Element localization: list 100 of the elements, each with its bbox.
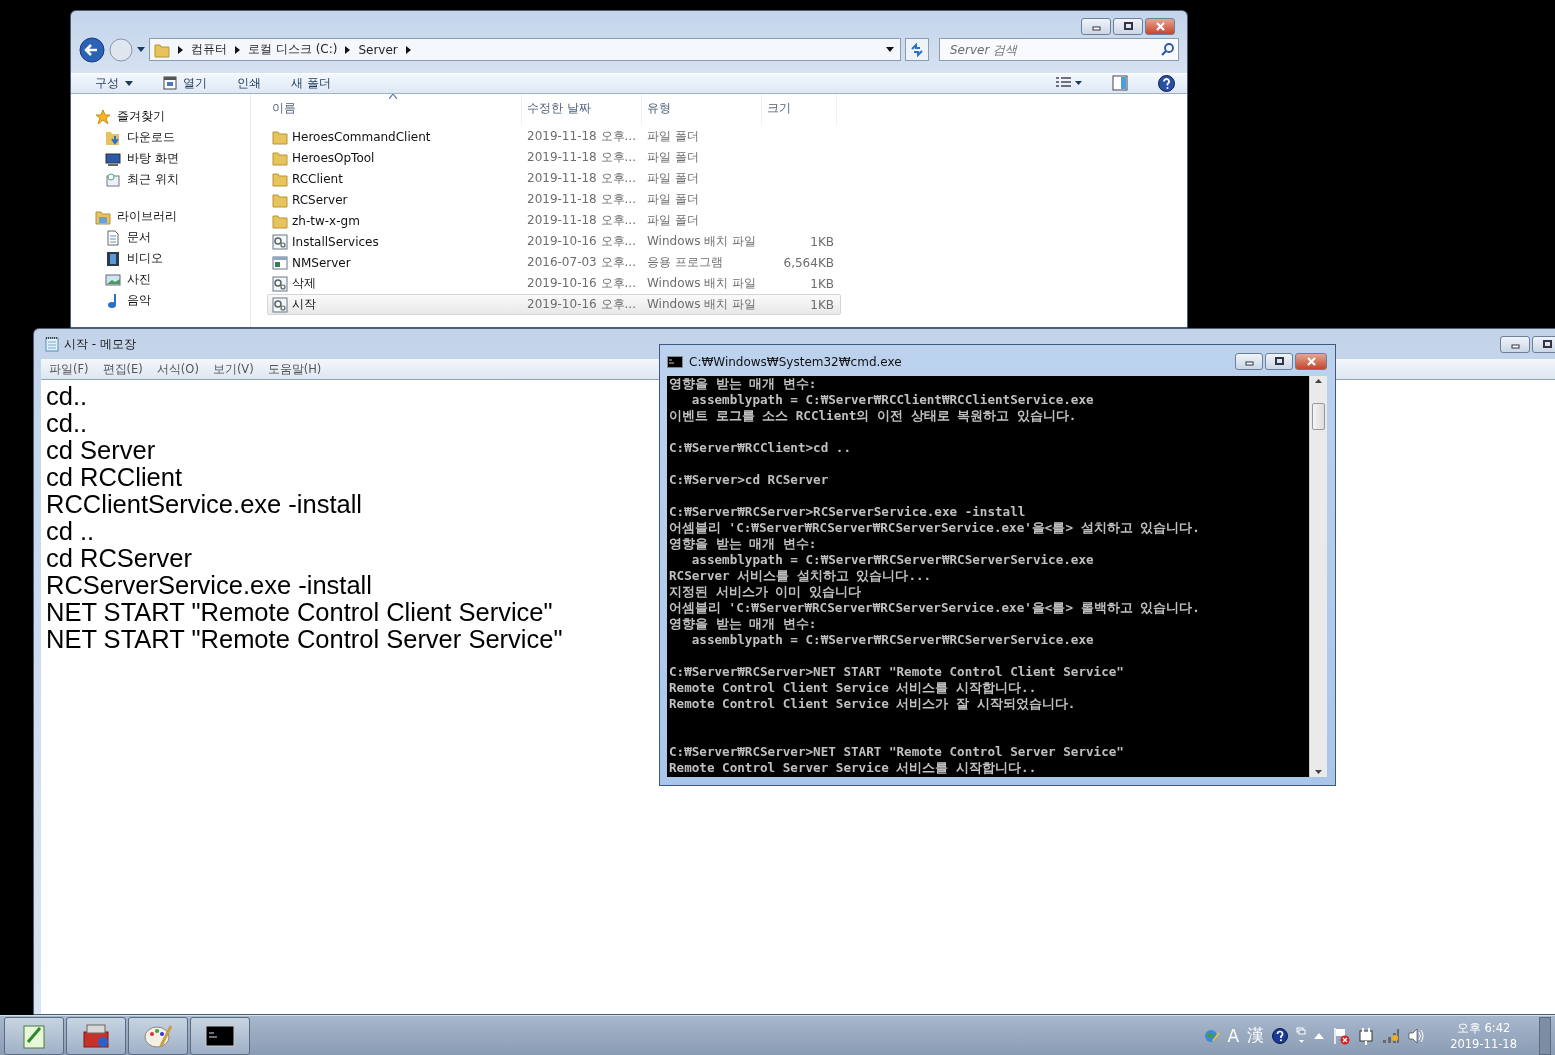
menu-item[interactable]: 도움말(H)	[267, 361, 322, 377]
caret-icon	[125, 80, 133, 86]
modified-date: 2016-07-03 오후...	[527, 254, 636, 271]
address-bar[interactable]: 컴퓨터 로컬 디스크 (C:) Server	[149, 38, 901, 62]
back-button[interactable]	[79, 36, 105, 63]
speaker-icon[interactable]	[1408, 1027, 1425, 1044]
navigation-item[interactable]: 최근 위치	[95, 169, 250, 190]
modified-date: 2019-11-18 오후...	[527, 212, 636, 229]
organize-menu-button[interactable]: 구성	[95, 74, 133, 92]
minimize-button[interactable]	[1500, 335, 1530, 353]
help-icon[interactable]	[1158, 74, 1175, 92]
modified-date: 2019-11-18 오후...	[527, 170, 636, 187]
file-size: 1KB	[810, 297, 834, 312]
folder-icon	[154, 41, 170, 58]
toolbar-button[interactable]: 인쇄	[237, 74, 261, 92]
preview-pane-icon[interactable]	[1112, 75, 1128, 92]
minimize-button[interactable]	[1235, 353, 1263, 370]
file-type: 파일 폴더	[647, 212, 699, 229]
text-line: RCClientService.exe -install	[46, 491, 363, 518]
file-size: 6,564KB	[783, 255, 834, 270]
scroll-down-icon[interactable]	[1315, 770, 1322, 774]
navigation-item[interactable]: 라이브러리	[95, 206, 250, 227]
file-type: 파일 폴더	[647, 170, 699, 187]
console-icon	[667, 355, 683, 368]
navigation-item[interactable]: 다운로드	[95, 127, 250, 148]
view-options-icon[interactable]	[1056, 77, 1082, 90]
chevron-icon	[235, 45, 240, 54]
file-name: HeroesOpTool	[292, 150, 375, 165]
file-size: 1KB	[810, 234, 834, 249]
column-header[interactable]: 이름	[267, 94, 522, 126]
close-button[interactable]	[1145, 18, 1175, 36]
scroll-thumb[interactable]	[1312, 403, 1325, 430]
navigation-item[interactable]: 바탕 화면	[95, 148, 250, 169]
text-line: cd Server	[46, 437, 156, 464]
text-line: cd RCServer	[46, 545, 192, 572]
navigation-item[interactable]: 비디오	[95, 248, 250, 269]
menu-item[interactable]: 보기(V)	[212, 361, 254, 377]
flag-error-icon[interactable]	[1332, 1026, 1351, 1045]
signal-bars-icon[interactable]	[1382, 1027, 1401, 1044]
column-header[interactable]: 수정한 날짜	[522, 94, 642, 126]
text-line: NET START "Remote Control Client Service"	[46, 599, 553, 626]
show-hidden-icons-button[interactable]	[1314, 1032, 1325, 1039]
gear-document-icon	[272, 233, 288, 250]
maximize-button[interactable]	[1532, 335, 1555, 353]
refresh-button[interactable]	[905, 38, 929, 62]
caret-icon	[886, 47, 894, 53]
maximize-button[interactable]	[1113, 18, 1143, 36]
chevron-icon	[345, 45, 351, 54]
file-row[interactable]: 삭제 2019-10-16 오후... Windows 배치 파일 1KB	[267, 273, 841, 294]
navigation-item[interactable]: 문서	[95, 227, 250, 248]
scrollbar[interactable]	[1309, 376, 1327, 777]
file-row[interactable]: RCServer 2019-11-18 오후... 파일 폴더	[267, 189, 841, 210]
console-line: Remote Control Client Service 서비스를 시작합니다..	[669, 680, 1038, 696]
console-line: 어셈블리 'C:₩Server₩RCServer₩RCServerService.exe'을<를> 설치하고 있습니다.	[669, 520, 1201, 536]
file-name: HeroesCommandClient	[292, 129, 431, 144]
folder-icon	[272, 149, 288, 166]
console-line: 이벤트 로그를 소스 RCClient의 이전 상태로 복원하고 있습니다.	[669, 408, 1078, 424]
file-type: 파일 폴더	[647, 191, 699, 208]
toolbox-icon	[81, 1021, 111, 1050]
file-row[interactable]: zh-tw-x-gm 2019-11-18 오후... 파일 폴더	[267, 210, 841, 231]
console-line: 영향을 받는 매개 변수:	[669, 616, 818, 632]
toolbar-button[interactable]: 새 폴더	[291, 74, 331, 92]
file-row[interactable]: InstallServices 2019-10-16 오후... Windows 배치 파일 1KB	[267, 231, 841, 252]
close-button[interactable]	[1295, 353, 1327, 370]
console-line: assemblypath = C:₩Server₩RCServer₩RCServerService.exe	[690, 552, 1095, 568]
navigation-item[interactable]: 음악	[95, 290, 250, 311]
column-header[interactable]: 유형	[642, 94, 762, 126]
file-row[interactable]: HeroesCommandClient 2019-11-18 오후... 파일 폴더	[267, 126, 841, 147]
navigation-label: 즐겨찾기	[117, 108, 165, 125]
open-button[interactable]: 열기	[163, 74, 207, 92]
show-desktop-button[interactable]	[1539, 1016, 1551, 1055]
file-row[interactable]: RCClient 2019-11-18 오후... 파일 폴더	[267, 168, 841, 189]
modified-date: 2019-10-16 오후...	[527, 275, 636, 292]
close-icon	[1154, 22, 1166, 32]
maximize-icon	[1122, 22, 1134, 32]
taskbar-button[interactable]	[190, 1016, 250, 1055]
maximize-button[interactable]	[1265, 353, 1293, 370]
chevron-icon	[178, 45, 183, 54]
file-row[interactable]: NMServer 2016-07-03 오후... 응용 프로그램 6,564KB	[267, 252, 841, 273]
file-row[interactable]: HeroesOpTool 2019-11-18 오후... 파일 폴더	[267, 147, 841, 168]
breadcrumb-item[interactable]: Server	[358, 42, 398, 57]
menu-item[interactable]: 파일(F)	[49, 361, 89, 377]
file-row[interactable]: 시작 2019-10-16 오후... Windows 배치 파일 1KB	[267, 294, 841, 315]
menu-item[interactable]: 서식(O)	[156, 361, 199, 377]
breadcrumb-item[interactable]: 로컬 디스크 (C:)	[248, 41, 338, 59]
navigation-item[interactable]: 즐겨찾기	[95, 106, 250, 127]
menu-item[interactable]: 편집(E)	[102, 361, 143, 377]
help-icon[interactable]	[1272, 1027, 1289, 1044]
column-header[interactable]: 크기	[762, 94, 837, 126]
power-plug-icon[interactable]	[1358, 1026, 1375, 1045]
breadcrumb-item[interactable]: 컴퓨터	[191, 41, 227, 59]
clock-time: 오후 6:42	[1456, 1019, 1511, 1036]
search-field[interactable]: Server 검색	[939, 38, 1179, 62]
navigation-item[interactable]: 사진	[95, 269, 250, 290]
file-name: RCClient	[292, 171, 343, 186]
file-name: NMServer	[292, 255, 351, 270]
console-line: 영향을 받는 매개 변수:	[669, 536, 818, 552]
text-line: NET START "Remote Control Server Service"	[46, 626, 563, 653]
text-line: RCServerService.exe -install	[46, 572, 372, 599]
minimize-button[interactable]	[1081, 18, 1111, 36]
